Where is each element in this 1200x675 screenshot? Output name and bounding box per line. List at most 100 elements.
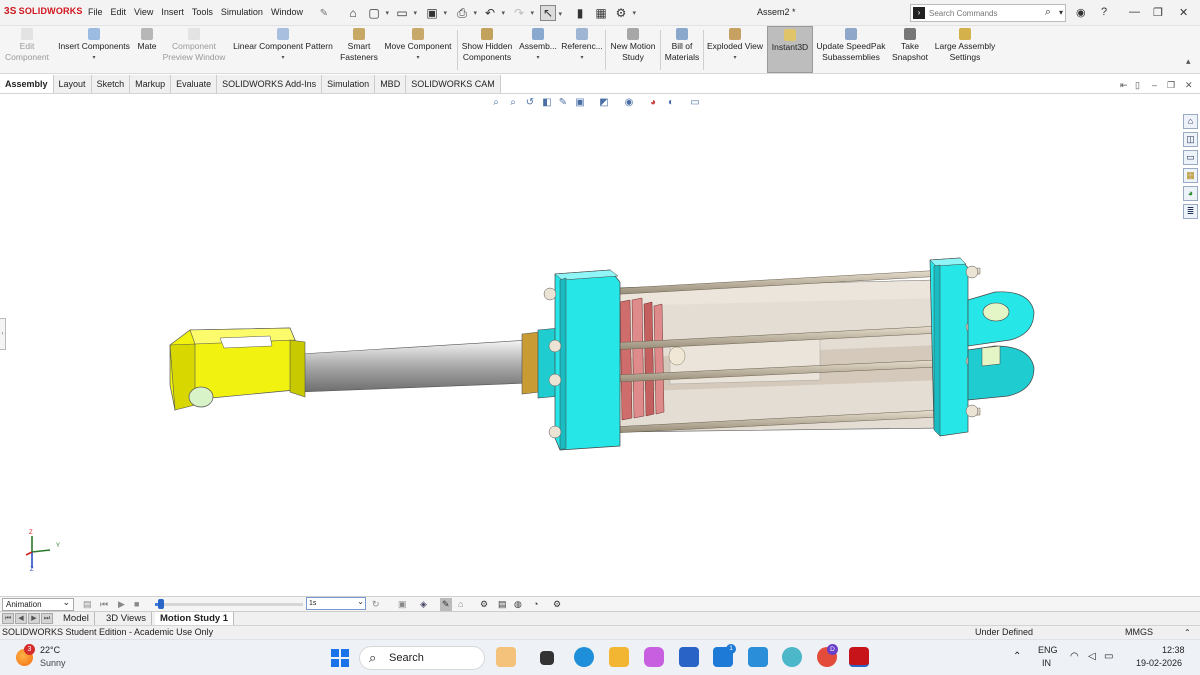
pin-icon[interactable]: ✎	[316, 5, 332, 21]
appearances-icon[interactable]: ◕	[1183, 186, 1198, 201]
chevron-down-icon[interactable]: ▾	[381, 55, 455, 61]
study-type-select[interactable]: Animation	[2, 596, 74, 611]
tab-addins[interactable]: SOLIDWORKS Add-Ins	[217, 75, 323, 93]
view-orientation-icon[interactable]: ▣	[574, 97, 586, 109]
viewport-split-icon[interactable]: ▯	[1135, 80, 1140, 91]
options-gear-icon[interactable]: ⚙	[613, 5, 636, 21]
search-icon[interactable]: ⌕	[1045, 6, 1051, 19]
file-explorer-icon[interactable]	[609, 647, 629, 667]
gravity-icon[interactable]: ◔	[533, 598, 538, 611]
quick-tips-icon[interactable]: ⌃	[1184, 626, 1191, 639]
restore-icon[interactable]: ❐	[1153, 6, 1163, 19]
resources-icon[interactable]: ◫	[1183, 132, 1198, 147]
tab-solidworks-cam[interactable]: SOLIDWORKS CAM	[406, 75, 501, 93]
show-hidden-components-button[interactable]: Show Hidden Components	[459, 28, 515, 72]
design-library-icon[interactable]: ▦	[1183, 168, 1198, 183]
tab-assembly[interactable]: Assembly	[0, 75, 54, 93]
temperature[interactable]: 22°C	[40, 645, 60, 655]
large-assembly-settings-button[interactable]: Large Assembly Settings	[933, 28, 997, 72]
calculate-icon[interactable]: ▤	[83, 598, 92, 611]
component-preview-window-button[interactable]: Component Preview Window	[160, 28, 228, 72]
task-view-icon[interactable]	[540, 651, 554, 665]
hydraulic-cylinder-model[interactable]	[150, 250, 1050, 470]
rear-clevis[interactable]	[967, 291, 1035, 401]
language[interactable]: ENG	[1038, 645, 1058, 655]
print-icon[interactable]: ⎙	[454, 5, 477, 21]
edge-browser-icon[interactable]	[574, 647, 594, 667]
menu-window[interactable]: Window	[271, 7, 303, 17]
mate-button[interactable]: Mate	[135, 28, 159, 72]
menu-edit[interactable]: Edit	[111, 7, 127, 17]
rod-eye-clevis[interactable]	[169, 327, 306, 411]
copilot-icon[interactable]	[644, 647, 664, 667]
menu-tools[interactable]: Tools	[192, 7, 213, 17]
last-tab-icon[interactable]: ⏭	[41, 613, 53, 624]
windows-start-icon[interactable]	[331, 649, 349, 667]
insert-components-button[interactable]: Insert Components ▾	[54, 28, 134, 72]
app-icon[interactable]	[782, 647, 802, 667]
undo-icon[interactable]: ↶	[482, 5, 505, 21]
close-icon[interactable]: ✕	[1179, 6, 1188, 19]
save-animation-icon[interactable]: ▣	[398, 598, 407, 611]
solidworks-taskbar-icon[interactable]	[849, 647, 869, 667]
update-speedpak-button[interactable]: Update SpeedPak Subassemblies	[815, 28, 887, 72]
reference-geometry-button[interactable]: Referenc... ▾	[560, 28, 604, 72]
rebuild-grid-icon[interactable]: ▦	[593, 5, 609, 21]
hide-show-items-icon[interactable]: ◉	[623, 97, 635, 109]
front-end-cap[interactable]	[537, 269, 621, 451]
viewport-left-icon[interactable]: ⇤	[1120, 80, 1128, 91]
study-properties-icon[interactable]: ⚙	[553, 598, 561, 611]
view-settings-icon[interactable]: ▭	[689, 97, 701, 109]
feature-manager-collapse-handle[interactable]: ›	[0, 318, 6, 350]
stop-icon[interactable]: ■	[134, 598, 139, 611]
tab-simulation[interactable]: Simulation	[322, 75, 376, 93]
edit-component-button[interactable]: Edit Component	[2, 28, 52, 72]
tab-evaluate[interactable]: Evaluate	[171, 75, 218, 93]
linear-component-pattern-button[interactable]: Linear Component Pattern ▾	[230, 28, 336, 72]
motor-icon[interactable]: ⚙	[480, 598, 488, 611]
zoom-to-area-icon[interactable]: ⌕	[507, 97, 519, 109]
first-tab-icon[interactable]: ⏮	[2, 613, 14, 624]
section-view-icon[interactable]: ◧	[541, 97, 553, 109]
copilot-pinned-icon[interactable]	[496, 647, 516, 667]
rear-end-cap[interactable]	[929, 257, 979, 437]
spring-icon[interactable]: ▤	[498, 598, 507, 611]
playback-mode-icon[interactable]: ↻	[372, 598, 380, 611]
microsoft-store-icon[interactable]	[679, 647, 699, 667]
viewport-close-icon[interactable]: ✕	[1185, 80, 1193, 91]
animation-wizard-icon[interactable]: ◈	[420, 598, 427, 611]
add-key-icon[interactable]: ⌂	[458, 598, 463, 611]
vscode-icon[interactable]	[748, 647, 768, 667]
bill-of-materials-button[interactable]: Bill of Materials	[662, 28, 702, 72]
chevron-down-icon[interactable]: ▾	[517, 55, 559, 61]
new-motion-study-button[interactable]: New Motion Study	[607, 28, 659, 72]
menu-view[interactable]: View	[134, 7, 153, 17]
traffic-light-icon[interactable]: ▮	[572, 5, 588, 21]
timeline-slider[interactable]	[155, 599, 303, 609]
chevron-down-icon[interactable]: ▾	[54, 55, 134, 61]
tab-markup[interactable]: Markup	[130, 75, 172, 93]
display-style-icon[interactable]: ◩	[598, 97, 610, 109]
tab-model[interactable]: Model	[58, 612, 95, 626]
minimize-icon[interactable]: —	[1129, 6, 1140, 18]
custom-properties-icon[interactable]: ≣	[1183, 204, 1198, 219]
piston-rod[interactable]	[299, 339, 531, 393]
autokey-icon[interactable]: ✎	[440, 598, 452, 611]
redo-icon[interactable]: ↷	[511, 5, 534, 21]
prev-tab-icon[interactable]: ◀	[15, 613, 27, 624]
chevron-down-icon[interactable]: ▾	[230, 55, 336, 61]
contact-icon[interactable]: ◍	[514, 598, 522, 611]
tab-3d-views[interactable]: 3D Views	[101, 612, 152, 626]
gland-bushing[interactable]	[521, 331, 541, 395]
menu-file[interactable]: File	[88, 7, 103, 17]
slider-thumb[interactable]	[157, 599, 164, 609]
wifi-icon[interactable]: ◠	[1070, 651, 1079, 662]
taskbar-search[interactable]: ⌕ Search	[359, 646, 485, 670]
play-from-start-icon[interactable]: ⏮	[100, 598, 108, 611]
show-hidden-icons-icon[interactable]: ⌃	[1013, 651, 1021, 662]
tab-motion-study-1[interactable]: Motion Study 1	[155, 612, 235, 626]
menu-simulation[interactable]: Simulation	[221, 7, 263, 17]
clock-time[interactable]: 12:38	[1162, 645, 1185, 655]
zoom-to-fit-icon[interactable]: ⌕	[490, 97, 502, 109]
volume-icon[interactable]: ◁	[1088, 651, 1096, 662]
